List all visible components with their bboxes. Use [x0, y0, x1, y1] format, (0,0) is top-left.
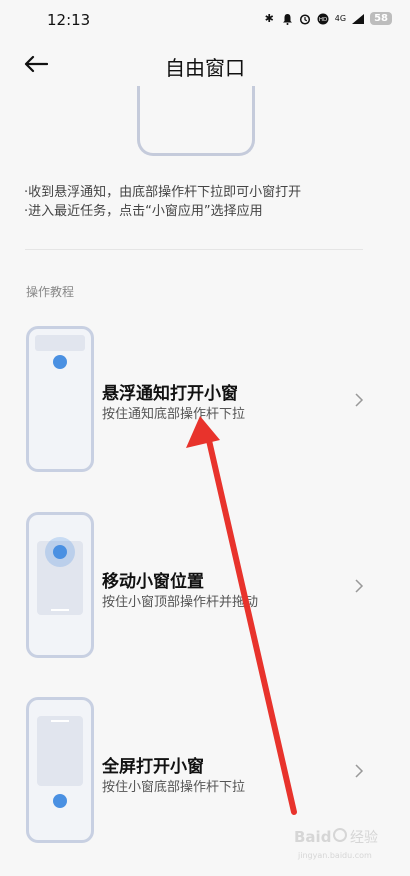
bluetooth-icon: ✱ [264, 12, 274, 25]
status-bar: 12:13 ✱ HD 4G 58 [0, 0, 410, 40]
tutorial-subtitle: 按住通知底部操作杆下拉 [102, 407, 246, 422]
hint-text-1: ·收到悬浮通知，由底部操作杆下拉即可小窗打开 [24, 185, 302, 200]
svg-text:jingyan.baidu.com: jingyan.baidu.com [297, 851, 372, 860]
network-label: 4G [334, 14, 347, 23]
tutorial-title: 悬浮通知打开小窗 [102, 384, 238, 404]
tutorial-subtitle: 按住小窗底部操作杆下拉 [102, 780, 246, 795]
chevron-right-icon [355, 579, 364, 593]
tutorial-subtitle: 按住小窗顶部操作杆并拖动 [102, 595, 259, 610]
tutorial-title: 全屏打开小窗 [102, 757, 204, 777]
hint-text-2: ·进入最近任务，点击“小窗应用”选择应用 [24, 204, 263, 219]
alarm-icon [299, 12, 312, 25]
battery-icon: 58 [370, 12, 392, 25]
tutorial-item-notification[interactable]: 悬浮通知打开小窗 按住通知底部操作杆下拉 [0, 326, 410, 478]
watermark-logo: Baid 经验 jingyan.baidu.com [294, 828, 378, 860]
page-title: 自由窗口 [165, 56, 245, 80]
status-time: 12:13 [47, 11, 91, 29]
tutorial-thumbnail [26, 512, 94, 658]
section-label: 操作教程 [26, 285, 75, 299]
tutorial-title: 移动小窗位置 [102, 572, 204, 592]
hd-icon: HD [317, 12, 330, 25]
hero-phone-illustration [137, 86, 255, 156]
chevron-right-icon [355, 764, 364, 778]
signal-icon [352, 13, 365, 24]
svg-text:Baid: Baid [294, 828, 331, 846]
tutorial-thumbnail [26, 326, 94, 472]
chevron-right-icon [355, 393, 364, 407]
tutorial-item-move-window[interactable]: 移动小窗位置 按住小窗顶部操作杆并拖动 [0, 512, 410, 664]
header: 自由窗口 [0, 40, 410, 90]
status-icons: ✱ HD 4G 58 [263, 12, 392, 25]
tutorial-thumbnail [26, 697, 94, 843]
svg-text:经验: 经验 [350, 830, 378, 846]
bell-icon [281, 12, 294, 25]
divider [25, 249, 363, 250]
svg-text:HD: HD [319, 17, 327, 23]
